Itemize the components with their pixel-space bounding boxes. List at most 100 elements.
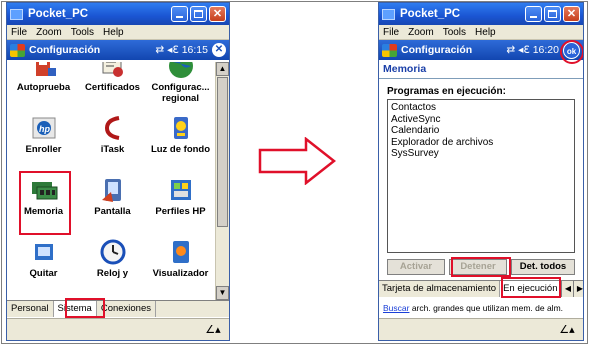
settings-item-label: Quitar bbox=[29, 268, 58, 279]
menu-bar: File Zoom Tools Help bbox=[379, 25, 583, 40]
menu-file[interactable]: File bbox=[11, 27, 27, 38]
hint-text: arch. grandes que utilizan mem. de alm. bbox=[409, 303, 564, 313]
window-title: Pocket_PC bbox=[28, 8, 89, 20]
maximize-icon bbox=[194, 10, 203, 18]
find-large-files-hint: Buscar arch. grandes que utilizan mem. d… bbox=[383, 303, 563, 313]
hp-enroller-icon: hp bbox=[30, 114, 58, 142]
scroll-down-arrow-icon[interactable]: ▼ bbox=[216, 286, 229, 300]
minimize-icon bbox=[530, 16, 537, 18]
settings-item-label: Reloj y bbox=[96, 268, 129, 279]
find-link[interactable]: Buscar bbox=[383, 303, 409, 313]
close-window-button[interactable]: ✕ bbox=[563, 6, 580, 22]
list-item[interactable]: Calendario bbox=[391, 125, 571, 137]
highlight-running-tab bbox=[501, 277, 561, 298]
menu-help[interactable]: Help bbox=[475, 27, 496, 38]
settings-item-reloj[interactable]: Reloj y bbox=[78, 234, 147, 290]
scroll-up-arrow-icon[interactable]: ▲ bbox=[216, 62, 229, 76]
settings-item-label: Enroller bbox=[25, 144, 62, 155]
settings-item-label: Perfiles HP bbox=[155, 206, 206, 217]
tab-personal[interactable]: Personal bbox=[7, 301, 54, 317]
settings-item-perfiles-hp[interactable]: Perfiles HP bbox=[146, 172, 215, 228]
settings-item-autoprueba[interactable]: Autoprueba bbox=[9, 62, 78, 104]
settings-item-label: Luz de fondo bbox=[150, 144, 211, 155]
settings-item-certificados[interactable]: Certificados bbox=[78, 62, 147, 104]
menu-zoom[interactable]: Zoom bbox=[408, 27, 434, 38]
minimize-button[interactable] bbox=[525, 6, 542, 22]
list-item[interactable]: ActiveSync bbox=[391, 114, 571, 126]
settings-item-configuracion-regional[interactable]: Configurac... regional bbox=[146, 62, 215, 104]
settings-item-label: iTask bbox=[100, 144, 125, 155]
scroll-thumb[interactable] bbox=[217, 77, 228, 227]
tab-left-arrow-icon[interactable]: ◀ bbox=[561, 281, 574, 297]
svg-text:hp: hp bbox=[39, 124, 50, 134]
clock-icon bbox=[99, 238, 127, 266]
nav-title: Configuración bbox=[29, 44, 101, 56]
maximize-icon bbox=[548, 10, 557, 18]
backlight-icon bbox=[167, 114, 195, 142]
pocket-pc-window-left: Pocket_PC ✕ File Zoom Tools Help Configu… bbox=[6, 2, 230, 341]
tab-storage-card[interactable]: Tarjeta de almacenamiento bbox=[379, 281, 501, 297]
maximize-button[interactable] bbox=[190, 6, 207, 22]
section-title: Memoria bbox=[383, 63, 427, 75]
menu-tools[interactable]: Tools bbox=[443, 27, 466, 38]
input-panel-bar: ∠▴ bbox=[379, 318, 583, 340]
settings-item-label: Autoprueba bbox=[16, 82, 71, 93]
tab-right-arrow-icon[interactable]: ▶ bbox=[573, 281, 583, 297]
pocket-pc-window-right: Pocket_PC ✕ File Zoom Tools Help Configu… bbox=[378, 2, 584, 341]
menu-zoom[interactable]: Zoom bbox=[36, 27, 62, 38]
settings-item-luz-de-fondo[interactable]: Luz de fondo bbox=[146, 110, 215, 166]
itask-icon bbox=[99, 114, 127, 142]
input-panel-toggle-icon[interactable]: ∠▴ bbox=[555, 323, 579, 337]
menu-help[interactable]: Help bbox=[103, 27, 124, 38]
menu-tools[interactable]: Tools bbox=[71, 27, 94, 38]
highlight-sistema-tab bbox=[65, 298, 105, 318]
running-programs-list[interactable]: Contactos ActiveSync Calendario Explorad… bbox=[387, 99, 575, 253]
close-window-button[interactable]: ✕ bbox=[209, 6, 226, 22]
tab-conexiones[interactable]: Conexiones bbox=[97, 301, 156, 317]
hp-profiles-icon bbox=[167, 176, 195, 204]
settings-item-label: Certificados bbox=[85, 82, 140, 93]
close-icon: ✕ bbox=[566, 8, 577, 20]
viewer-icon bbox=[167, 238, 195, 266]
activate-button[interactable]: Activar bbox=[387, 259, 445, 275]
start-flag-icon[interactable] bbox=[382, 43, 397, 57]
status-indicators[interactable]: ⇄ ◂ℇ 16:20 bbox=[506, 44, 559, 56]
certificates-icon bbox=[99, 62, 127, 80]
running-programs-label: Programas en ejecución: bbox=[387, 86, 506, 97]
input-panel-bar: ∠▴ bbox=[7, 318, 229, 340]
settings-item-pantalla[interactable]: Pantalla bbox=[78, 172, 147, 228]
list-item[interactable]: Contactos bbox=[391, 102, 571, 114]
close-icon: ✕ bbox=[212, 8, 223, 20]
highlight-stop-button bbox=[451, 257, 511, 277]
remove-programs-icon bbox=[30, 238, 58, 266]
status-indicators[interactable]: ⇄ ◂ℇ 16:15 bbox=[155, 44, 208, 56]
screen-icon bbox=[99, 176, 127, 204]
stop-all-button[interactable]: Det. todos bbox=[511, 259, 575, 275]
minimize-button[interactable] bbox=[171, 6, 188, 22]
list-item[interactable]: SysSurvey bbox=[391, 148, 571, 160]
title-bar: Pocket_PC ✕ bbox=[379, 3, 583, 25]
settings-item-quitar[interactable]: Quitar bbox=[9, 234, 78, 290]
settings-item-enroller[interactable]: hp Enroller bbox=[9, 110, 78, 166]
start-flag-icon[interactable] bbox=[10, 43, 25, 57]
navigation-bar: Configuración ⇄ ◂ℇ 16:15 ✕ bbox=[7, 40, 229, 60]
settings-item-itask[interactable]: iTask bbox=[78, 110, 147, 166]
minimize-icon bbox=[176, 16, 183, 18]
input-panel-toggle-icon[interactable]: ∠▴ bbox=[201, 323, 225, 337]
menu-file[interactable]: File bbox=[383, 27, 399, 38]
nav-title: Configuración bbox=[401, 44, 473, 56]
list-item[interactable]: Explorador de archivos bbox=[391, 137, 571, 149]
close-settings-icon[interactable]: ✕ bbox=[212, 43, 226, 57]
tab-scroll-arrows: ◀ ▶ bbox=[561, 281, 583, 297]
menu-bar: File Zoom Tools Help bbox=[7, 25, 229, 40]
settings-item-label: Configurac... regional bbox=[151, 82, 210, 104]
transition-arrow-icon bbox=[258, 137, 336, 185]
vertical-scrollbar[interactable]: ▲ ▼ bbox=[215, 62, 229, 300]
settings-item-visualizador[interactable]: Visualizador bbox=[146, 234, 215, 290]
globe-icon bbox=[167, 62, 195, 80]
settings-item-label: Pantalla bbox=[94, 206, 131, 217]
section-divider bbox=[379, 78, 583, 79]
title-bar: Pocket_PC ✕ bbox=[7, 3, 229, 25]
maximize-button[interactable] bbox=[544, 6, 561, 22]
highlight-ok-ring bbox=[560, 40, 583, 64]
